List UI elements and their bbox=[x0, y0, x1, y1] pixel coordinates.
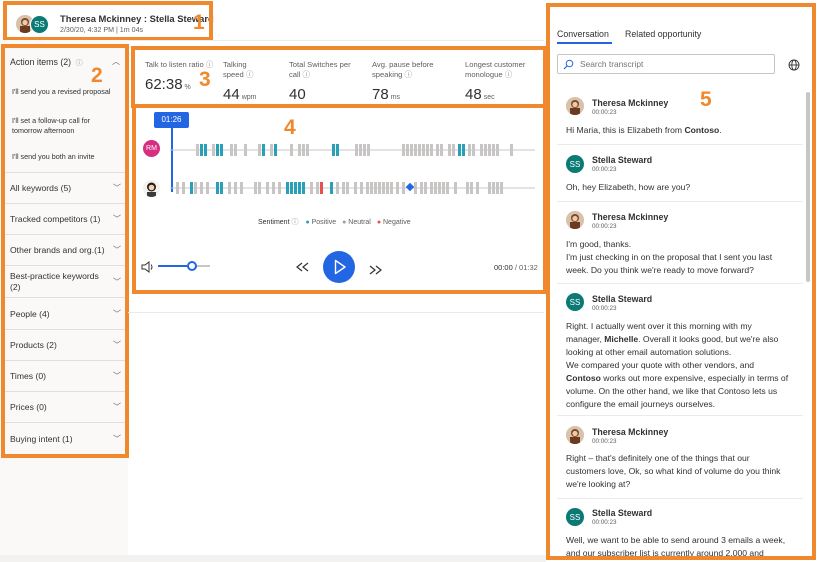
annotation-number-1: 1 bbox=[193, 11, 205, 34]
annotation-box-3 bbox=[131, 46, 547, 108]
annotation-number-2: 2 bbox=[91, 64, 103, 87]
annotation-number-3: 3 bbox=[199, 68, 211, 91]
annotation-number-5: 5 bbox=[700, 88, 712, 111]
annotation-box-5 bbox=[546, 3, 816, 560]
annotation-box-1 bbox=[3, 1, 213, 41]
annotation-box-2 bbox=[1, 44, 129, 458]
bottom-bar bbox=[0, 555, 546, 562]
header-divider bbox=[128, 40, 544, 41]
content-divider bbox=[128, 312, 544, 313]
annotation-number-4: 4 bbox=[284, 116, 296, 139]
annotation-box-4 bbox=[132, 104, 547, 294]
